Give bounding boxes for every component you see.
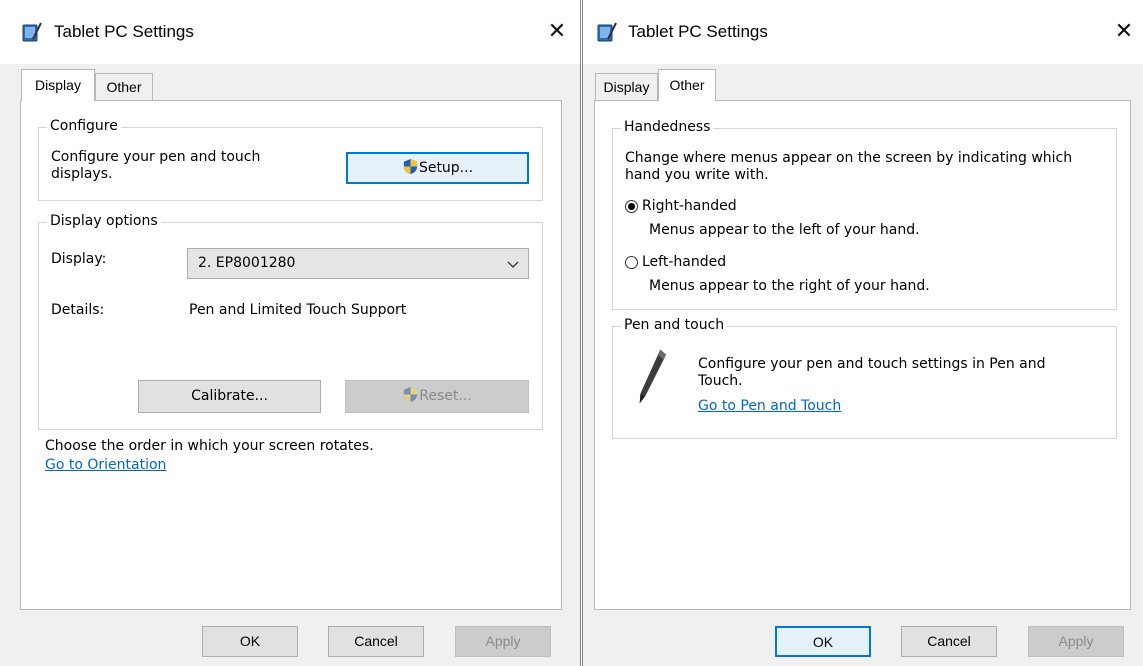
details-value: Pen and Limited Touch Support [189, 302, 407, 318]
reset-button[interactable]: Reset... [345, 380, 529, 413]
window-title: Tablet PC Settings [54, 22, 194, 41]
reset-button-label: Reset... [419, 388, 472, 404]
left-handed-description: Menus appear to the right of your hand. [649, 278, 930, 294]
tab-other[interactable]: Other [95, 73, 153, 100]
left-handed-option[interactable]: Left-handed [625, 254, 885, 272]
right-handed-radio[interactable] [625, 200, 638, 213]
right-handed-option[interactable]: Right-handed [625, 198, 885, 216]
display-select-value: 2. EP8001280 [198, 255, 296, 271]
right-handed-description: Menus appear to the left of your hand. [649, 222, 920, 238]
configure-group-label: Configure [47, 118, 121, 134]
orientation-description: Choose the order in which your screen ro… [45, 438, 374, 454]
pen-and-touch-group: Pen and touch Configure your pen and tou… [612, 317, 1117, 439]
close-icon[interactable]: ✕ [1110, 18, 1138, 46]
handedness-description-line2: hand you write with. [625, 167, 769, 183]
tab-display[interactable]: Display [21, 69, 95, 101]
configure-group: Configure Configure your pen and touch d… [38, 118, 543, 201]
configure-description-line1: Configure your pen and touch [51, 149, 261, 165]
display-options-group: Display options Display: 2. EP8001280 De… [38, 213, 543, 430]
tablet-pc-icon [22, 22, 42, 42]
display-options-group-label: Display options [47, 213, 161, 229]
left-handed-label: Left-handed [642, 254, 727, 270]
calibrate-button[interactable]: Calibrate... [138, 380, 321, 413]
tab-other[interactable]: Other [658, 69, 716, 101]
setup-button[interactable]: Setup... [346, 152, 529, 184]
uac-shield-icon [404, 386, 418, 403]
pen-and-touch-description-line2: Touch. [698, 373, 743, 389]
ok-button[interactable]: OK [775, 626, 871, 657]
chevron-down-icon [507, 261, 519, 268]
title-bar: Tablet PC Settings ✕ [0, 0, 580, 64]
tablet-pc-settings-window-display: Tablet PC Settings ✕ Display Other Confi… [0, 0, 581, 666]
details-label: Details: [51, 302, 105, 318]
handedness-description-line1: Change where menus appear on the screen … [625, 150, 1073, 166]
pen-and-touch-group-label: Pen and touch [621, 317, 728, 333]
handedness-group: Handedness Change where menus appear on … [612, 119, 1117, 310]
left-handed-radio[interactable] [625, 256, 638, 269]
apply-button[interactable]: Apply [1028, 626, 1124, 657]
tab-display[interactable]: Display [595, 73, 658, 100]
cancel-button[interactable]: Cancel [328, 626, 424, 657]
uac-shield-icon [403, 158, 418, 175]
cancel-button[interactable]: Cancel [901, 626, 997, 657]
other-tab-panel: Handedness Change where menus appear on … [594, 100, 1131, 610]
window-title: Tablet PC Settings [628, 22, 768, 41]
title-bar: Tablet PC Settings ✕ [583, 0, 1143, 64]
configure-description-line2: displays. [51, 166, 113, 182]
setup-button-label: Setup... [418, 160, 474, 176]
tablet-pc-icon [597, 22, 617, 42]
go-to-pen-and-touch-link[interactable]: Go to Pen and Touch [698, 398, 841, 415]
go-to-orientation-link[interactable]: Go to Orientation [45, 457, 166, 474]
close-icon[interactable]: ✕ [543, 18, 571, 46]
tablet-pc-settings-window-other: Tablet PC Settings ✕ Display Other Hande… [582, 0, 1143, 666]
right-handed-label: Right-handed [642, 198, 737, 214]
handedness-group-label: Handedness [621, 119, 714, 135]
display-select[interactable]: 2. EP8001280 [187, 248, 529, 279]
pen-icon [639, 349, 667, 404]
display-label: Display: [51, 251, 107, 267]
ok-button[interactable]: OK [202, 626, 298, 657]
pen-and-touch-description-line1: Configure your pen and touch settings in… [698, 356, 1046, 372]
apply-button[interactable]: Apply [455, 626, 551, 657]
display-tab-panel: Configure Configure your pen and touch d… [20, 100, 562, 610]
